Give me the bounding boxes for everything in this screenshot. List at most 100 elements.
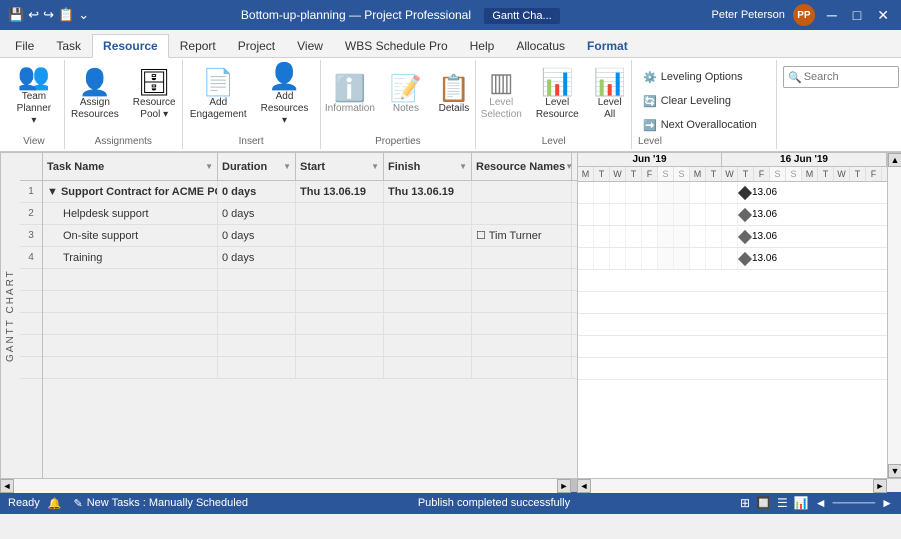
status-icon-chart[interactable]: 📊 xyxy=(794,496,809,510)
finish-cell-empty-2[interactable] xyxy=(384,291,472,312)
resource-cell-2[interactable] xyxy=(472,203,572,224)
finish-cell-3[interactable] xyxy=(384,225,472,246)
details-button[interactable]: 📋 Details xyxy=(432,62,476,128)
more-icon[interactable]: ⌄ xyxy=(78,7,89,23)
duration-cell-3[interactable]: 0 days xyxy=(218,225,296,246)
information-button[interactable]: ℹ️ Information xyxy=(320,62,380,128)
resource-cell-empty-5[interactable] xyxy=(472,357,572,378)
resource-cell-4[interactable] xyxy=(472,247,572,268)
task-name-cell-4[interactable]: Training xyxy=(43,247,218,268)
finish-cell-empty-3[interactable] xyxy=(384,313,472,334)
resource-cell-empty-4[interactable] xyxy=(472,335,572,356)
level-resource-button[interactable]: 📊 LevelResource xyxy=(531,62,584,128)
finish-cell-empty-5[interactable] xyxy=(384,357,472,378)
resource-pool-button[interactable]: 🗄 ResourcePool ▾ xyxy=(128,62,181,128)
user-avatar[interactable]: PP xyxy=(793,4,815,26)
duration-header[interactable]: Duration ▼ xyxy=(218,153,296,180)
status-icon-prev[interactable]: ◄ xyxy=(815,496,827,510)
status-icon-gantt[interactable]: ⊞ xyxy=(740,496,750,510)
search-box[interactable]: 🔍 xyxy=(783,66,899,88)
duration-cell-empty-5[interactable] xyxy=(218,357,296,378)
duration-cell-empty-1[interactable] xyxy=(218,269,296,290)
task-name-cell-empty-3[interactable] xyxy=(43,313,218,334)
tab-file[interactable]: File xyxy=(4,33,45,57)
start-cell-empty-2[interactable] xyxy=(296,291,384,312)
status-icon-grid[interactable]: 🔲 xyxy=(756,496,771,510)
scroll-left-button[interactable]: ◄ xyxy=(0,479,14,493)
resource-cell-empty-1[interactable] xyxy=(472,269,572,290)
status-icon-next[interactable]: ► xyxy=(881,496,893,510)
gantt-scroll-left-button[interactable]: ◄ xyxy=(577,479,591,493)
duration-cell-4[interactable]: 0 days xyxy=(218,247,296,268)
duration-cell-empty-2[interactable] xyxy=(218,291,296,312)
scroll-track[interactable] xyxy=(888,167,901,464)
task-name-cell-empty-1[interactable] xyxy=(43,269,218,290)
minimize-button[interactable]: ─ xyxy=(823,7,841,23)
add-resources-button[interactable]: 👤 AddResources ▾ xyxy=(254,62,316,128)
tab-format[interactable]: Format xyxy=(576,33,639,57)
task-name-cell-empty-2[interactable] xyxy=(43,291,218,312)
maximize-button[interactable]: □ xyxy=(849,7,865,23)
task-name-cell-3[interactable]: On-site support xyxy=(43,225,218,246)
resource-names-header[interactable]: Resource Names ▼ xyxy=(472,153,572,180)
level-selection-button[interactable]: ▥ LevelSelection xyxy=(476,62,527,128)
start-cell-empty-5[interactable] xyxy=(296,357,384,378)
finish-cell-1[interactable]: Thu 13.06.19 xyxy=(384,181,472,202)
finish-cell-4[interactable] xyxy=(384,247,472,268)
scroll-down-button[interactable]: ▼ xyxy=(888,464,901,478)
notes-button[interactable]: 📝 Notes xyxy=(384,62,428,128)
scroll-right-button[interactable]: ► xyxy=(557,479,571,493)
task-icon[interactable]: 📋 xyxy=(58,7,74,23)
finish-header[interactable]: Finish ▼ xyxy=(384,153,472,180)
task-name-cell-1[interactable]: ▼ Support Contract for ACME PO#1234 xyxy=(43,181,218,202)
resource-cell-empty-2[interactable] xyxy=(472,291,572,312)
gantt-h-scroll-track[interactable] xyxy=(591,479,873,493)
h-scroll-track-left[interactable] xyxy=(14,479,557,493)
assign-resources-button[interactable]: 👤 AssignResources xyxy=(66,62,124,128)
start-cell-empty-4[interactable] xyxy=(296,335,384,356)
resource-cell-3[interactable]: ☐ Tim Turner xyxy=(472,225,572,246)
duration-cell-empty-4[interactable] xyxy=(218,335,296,356)
start-header[interactable]: Start ▼ xyxy=(296,153,384,180)
tab-help[interactable]: Help xyxy=(459,33,506,57)
start-cell-3[interactable] xyxy=(296,225,384,246)
finish-cell-empty-1[interactable] xyxy=(384,269,472,290)
undo-icon[interactable]: ↩ xyxy=(28,7,39,23)
search-input[interactable] xyxy=(804,71,894,83)
add-engagement-button[interactable]: 📄 AddEngagement xyxy=(187,62,250,128)
task-name-header[interactable]: Task Name ▼ xyxy=(43,153,218,180)
vertical-scrollbar[interactable]: ▲ ▼ xyxy=(887,153,901,478)
finish-cell-empty-4[interactable] xyxy=(384,335,472,356)
tab-allocatus[interactable]: Allocatus xyxy=(505,33,576,57)
start-cell-2[interactable] xyxy=(296,203,384,224)
tab-project[interactable]: Project xyxy=(227,33,286,57)
start-cell-empty-1[interactable] xyxy=(296,269,384,290)
task-name-cell-2[interactable]: Helpdesk support xyxy=(43,203,218,224)
task-name-cell-empty-5[interactable] xyxy=(43,357,218,378)
tab-wbs[interactable]: WBS Schedule Pro xyxy=(334,33,459,57)
resource-cell-1[interactable] xyxy=(472,181,572,202)
resource-cell-empty-3[interactable] xyxy=(472,313,572,334)
task-name-cell-empty-4[interactable] xyxy=(43,335,218,356)
gantt-scroll-right-button[interactable]: ► xyxy=(873,479,887,493)
duration-cell-2[interactable]: 0 days xyxy=(218,203,296,224)
next-overallocation-button[interactable]: ➡️ Next Overallocation xyxy=(638,114,762,136)
finish-cell-2[interactable] xyxy=(384,203,472,224)
close-button[interactable]: ✕ xyxy=(873,7,893,24)
level-all-button[interactable]: 📊 LevelAll xyxy=(588,62,632,128)
tab-task[interactable]: Task xyxy=(45,33,92,57)
tab-resource[interactable]: Resource xyxy=(92,34,169,58)
scroll-up-button[interactable]: ▲ xyxy=(888,153,901,167)
redo-icon[interactable]: ↪ xyxy=(43,7,54,23)
start-cell-4[interactable] xyxy=(296,247,384,268)
duration-cell-1[interactable]: 0 days xyxy=(218,181,296,202)
status-icon-list[interactable]: ☰ xyxy=(777,496,788,510)
tab-report[interactable]: Report xyxy=(169,33,227,57)
clear-leveling-button[interactable]: 🔄 Clear Leveling xyxy=(638,90,762,112)
start-cell-1[interactable]: Thu 13.06.19 xyxy=(296,181,384,202)
save-icon[interactable]: 💾 xyxy=(8,7,24,23)
tab-view[interactable]: View xyxy=(286,33,334,57)
duration-cell-empty-3[interactable] xyxy=(218,313,296,334)
start-cell-empty-3[interactable] xyxy=(296,313,384,334)
team-planner-button[interactable]: 👥 TeamPlanner ▾ xyxy=(10,62,58,128)
